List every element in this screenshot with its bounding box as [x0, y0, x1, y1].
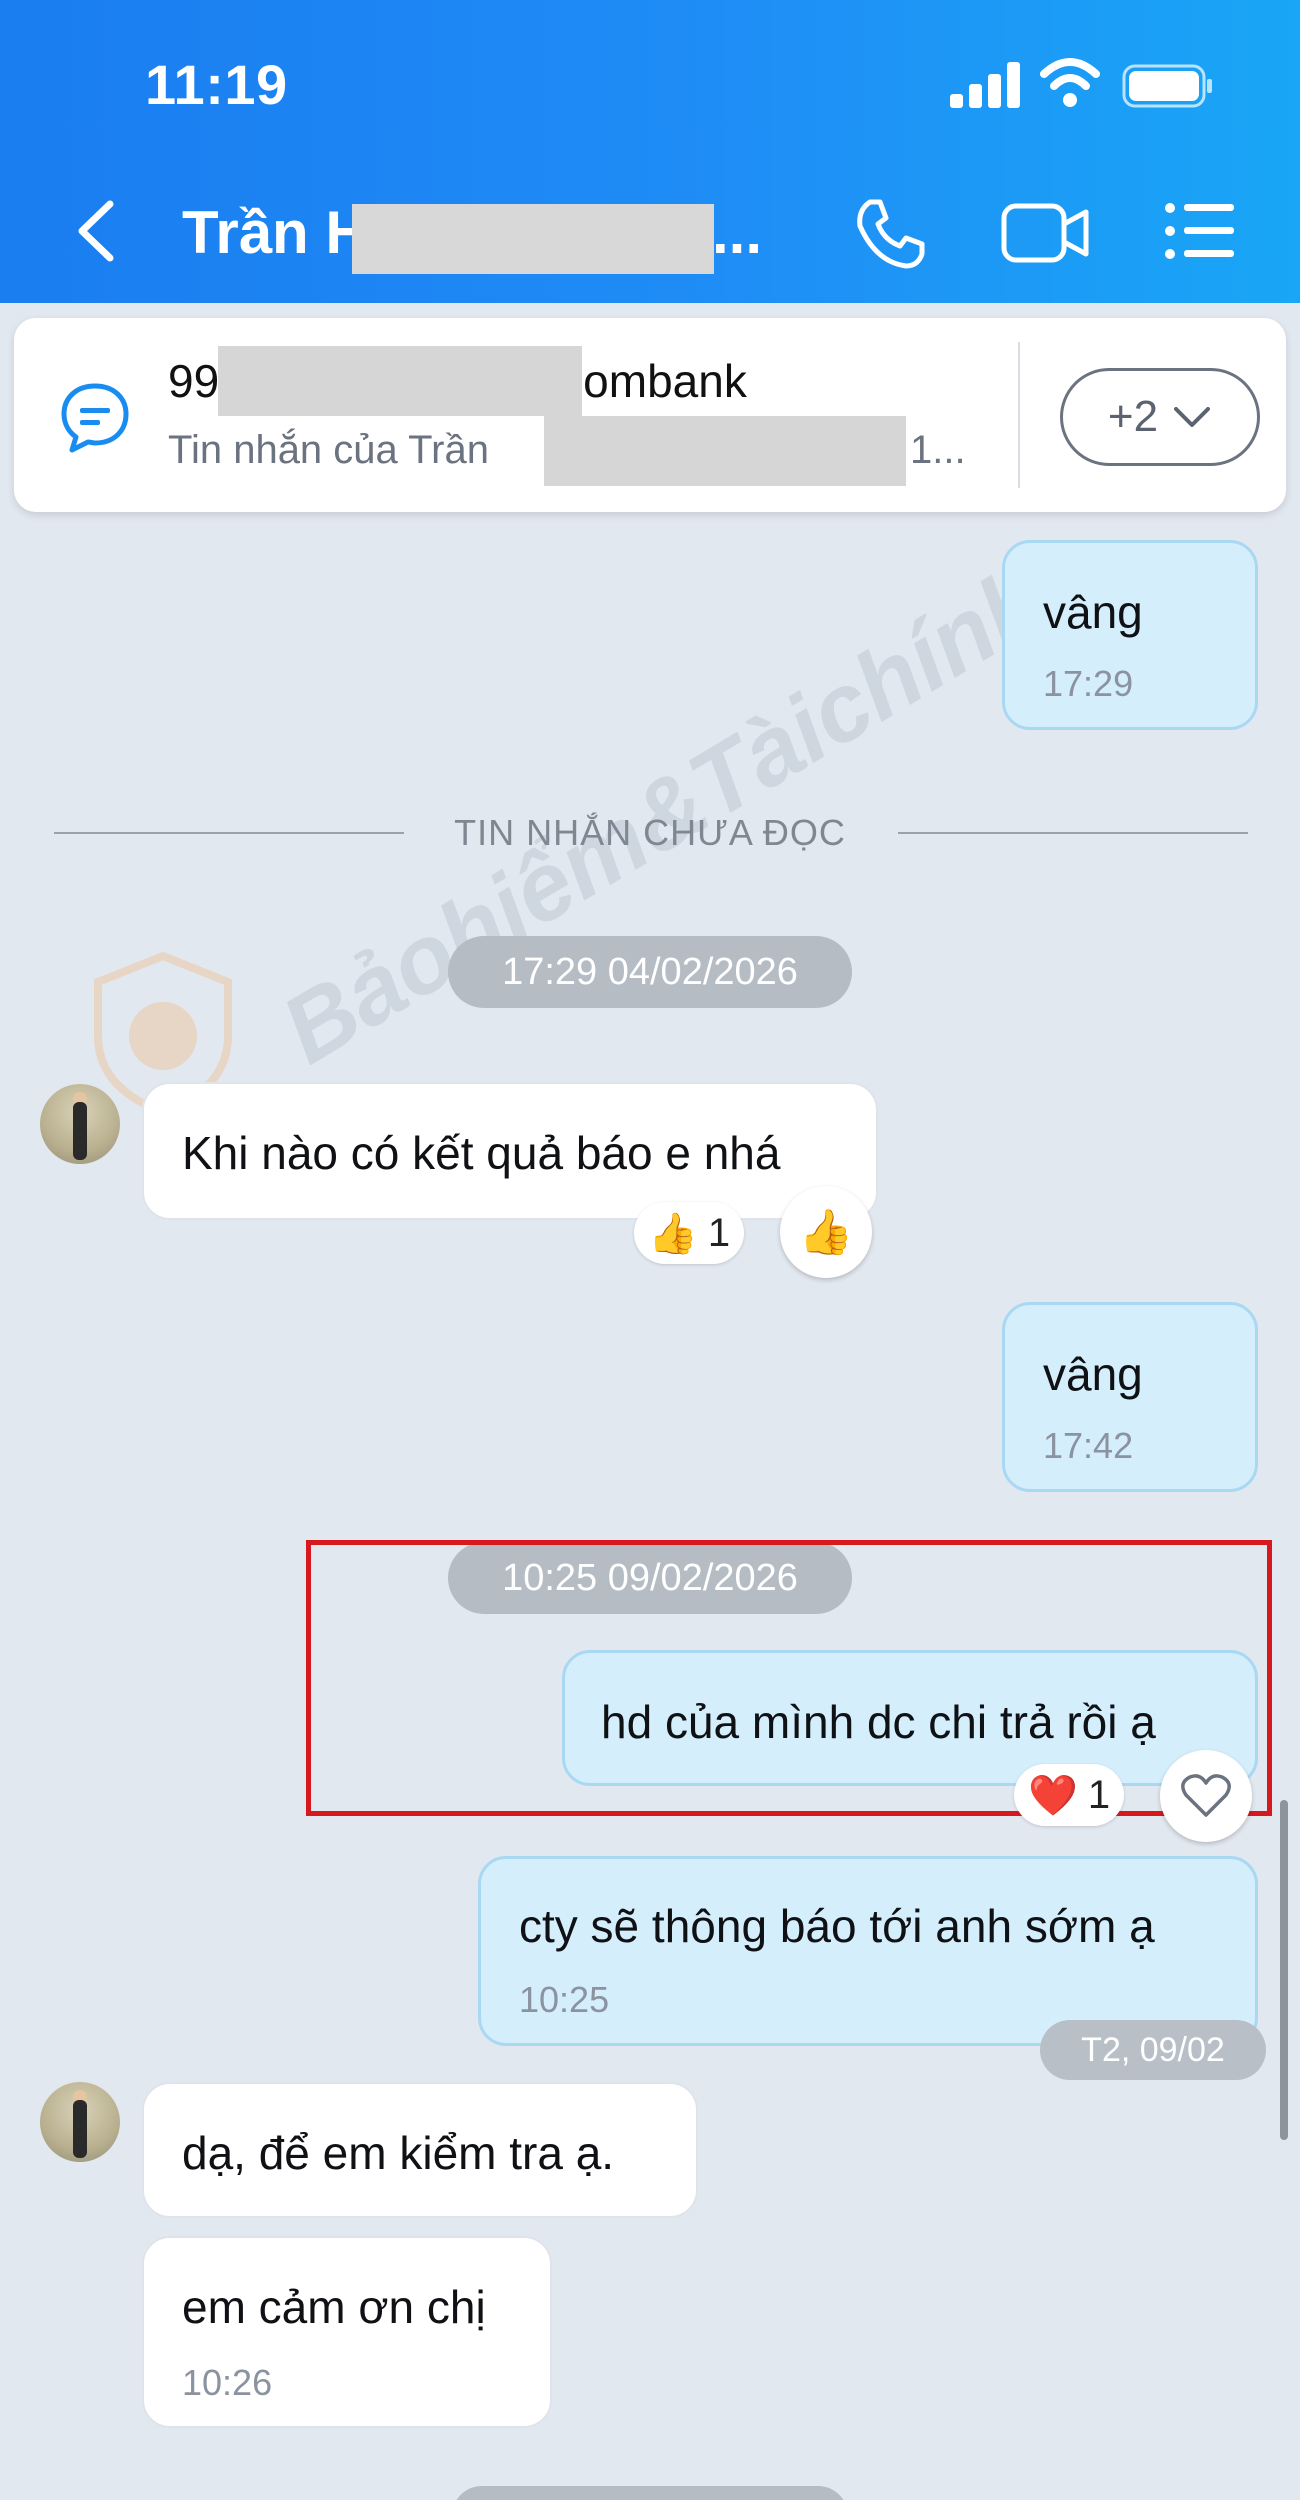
- pinned-divider: [1018, 342, 1020, 488]
- unread-divider-label: TIN NHẮN CHƯA ĐỌC: [454, 812, 846, 853]
- status-time: 11:19: [145, 53, 288, 116]
- date-separator: 17:29 04/02/2026: [448, 936, 852, 1008]
- chat-header: 11:19 Trần H ...: [0, 0, 1300, 303]
- divider-line-left: [54, 832, 404, 834]
- heart-icon: ❤️: [1028, 1773, 1078, 1818]
- react-heart-button[interactable]: [1160, 1750, 1252, 1842]
- thumbs-up-icon: 👍: [798, 1208, 854, 1257]
- reaction-count[interactable]: 👍 1: [634, 1202, 745, 1264]
- pinned-message-banner[interactable]: 99 ombank Tin nhắn của Trần 1... +2: [14, 318, 1286, 512]
- message-text: vâng: [1043, 1348, 1143, 1400]
- chevron-down-icon: [1174, 407, 1211, 427]
- message-time: 17:29: [1043, 663, 1134, 704]
- divider-line-right: [898, 832, 1248, 834]
- redacted-name-block: [352, 204, 714, 274]
- message-time: 17:42: [1043, 1425, 1134, 1466]
- chat-title[interactable]: Trần H: [182, 198, 369, 267]
- video-call-icon[interactable]: [1000, 200, 1092, 266]
- incoming-message[interactable]: Khi nào có kết quả báo e nhá: [142, 1082, 878, 1220]
- outgoing-message[interactable]: vâng 17:29: [1002, 540, 1258, 730]
- outgoing-message[interactable]: vâng 17:42: [1002, 1302, 1258, 1492]
- message-time: 10:25: [519, 1979, 610, 2020]
- reaction-count[interactable]: ❤️ 1: [1014, 1764, 1125, 1826]
- message-text: cty sẽ thông báo tới anh sớm ạ: [519, 1900, 1155, 1952]
- pinned-subtitle: Tin nhắn của Trần: [168, 428, 489, 472]
- incoming-message[interactable]: em cảm ơn chị 10:26: [142, 2236, 552, 2428]
- phone-call-icon[interactable]: [852, 196, 928, 272]
- message-text: vâng: [1043, 586, 1143, 638]
- scrollbar[interactable]: [1280, 1800, 1288, 2140]
- more-pinned-count: +2: [1107, 392, 1159, 441]
- message-text: Khi nào có kết quả báo e nhá: [182, 1127, 781, 1179]
- reaction-count-value: 1: [707, 1210, 731, 1255]
- contact-avatar[interactable]: [40, 2082, 120, 2162]
- back-arrow-icon[interactable]: [72, 196, 122, 266]
- message-time: 10:26: [182, 2362, 273, 2403]
- message-text: dạ, để em kiểm tra ạ.: [182, 2127, 615, 2179]
- contact-avatar[interactable]: [40, 1084, 120, 1164]
- chat-bubble-icon: [61, 383, 129, 453]
- wifi-icon: [1040, 58, 1100, 107]
- heart-outline-icon: [1181, 1774, 1231, 1817]
- message-text: em cảm ơn chị: [182, 2281, 486, 2333]
- incoming-message[interactable]: dạ, để em kiểm tra ạ.: [142, 2082, 698, 2218]
- battery-icon: [1122, 64, 1212, 108]
- cellular-signal-icon: [950, 62, 1020, 108]
- redacted-account-block: [218, 346, 582, 416]
- react-like-button[interactable]: 👍: [780, 1186, 872, 1278]
- more-pinned-button[interactable]: +2: [1060, 368, 1260, 466]
- chat-title-ellipsis: ...: [712, 199, 763, 266]
- outgoing-message[interactable]: cty sẽ thông báo tới anh sớm ạ 10:25: [478, 1856, 1258, 2046]
- redacted-sender-block: [544, 416, 906, 486]
- highlight-annotation-box: [306, 1540, 1272, 1816]
- day-chip: T2, 09/02: [1040, 2020, 1266, 2080]
- date-separator-partial: [452, 2486, 848, 2500]
- reaction-count-value: 1: [1087, 1772, 1111, 1817]
- thumbs-up-icon: 👍: [648, 1211, 698, 1256]
- menu-list-icon[interactable]: [1164, 200, 1236, 262]
- pinned-subtitle-tail: 1...: [910, 428, 966, 472]
